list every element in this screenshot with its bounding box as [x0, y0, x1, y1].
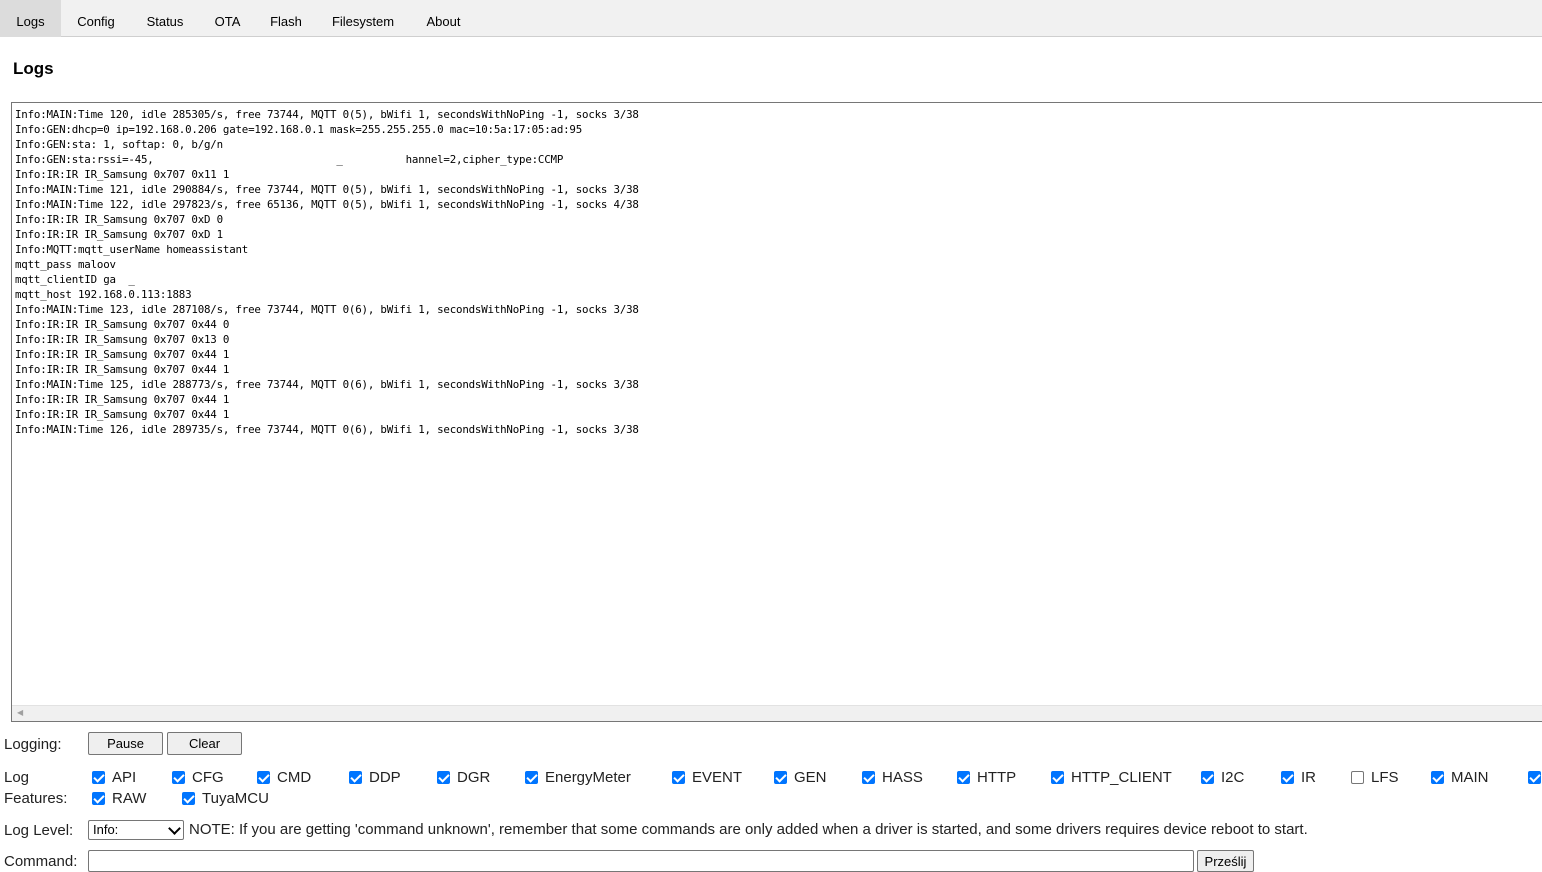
log-level-selected: Info: — [93, 822, 119, 837]
checkbox-icon[interactable] — [1201, 770, 1214, 784]
log-level-select[interactable]: Info: — [88, 820, 184, 840]
checkbox-icon[interactable] — [437, 770, 450, 784]
feature-cut-off[interactable] — [1528, 767, 1542, 787]
checkbox-icon[interactable] — [92, 770, 105, 784]
feature-label: IR — [1301, 768, 1316, 786]
feature-label: TuyaMCU — [202, 789, 269, 807]
feature-gen[interactable]: GEN — [774, 767, 827, 787]
logging-label: Logging: — [4, 736, 62, 753]
checkbox-icon[interactable] — [672, 770, 685, 784]
feature-cfg[interactable]: CFG — [172, 767, 224, 787]
feature-label: CFG — [192, 768, 224, 786]
log-output[interactable]: Info:MAIN:Time 120, idle 285305/s, free … — [11, 102, 1542, 722]
feature-label: DGR — [457, 768, 491, 786]
feature-label: EnergyMeter — [545, 768, 631, 786]
checkbox-icon[interactable] — [1528, 770, 1541, 784]
feature-label: MAIN — [1451, 768, 1489, 786]
feature-label: HTTP_CLIENT — [1071, 768, 1172, 786]
tab-flash[interactable]: Flash — [256, 0, 316, 37]
feature-i2c[interactable]: I2C — [1201, 767, 1244, 787]
feature-energymeter[interactable]: EnergyMeter — [525, 767, 631, 787]
command-input[interactable] — [88, 850, 1194, 872]
feature-label: LFS — [1371, 768, 1399, 786]
feature-hass[interactable]: HASS — [862, 767, 923, 787]
submit-button[interactable]: Prześlij — [1197, 850, 1254, 872]
tab-status[interactable]: Status — [131, 0, 199, 37]
checkbox-icon[interactable] — [1051, 770, 1064, 784]
feature-http[interactable]: HTTP — [957, 767, 1016, 787]
log-text: Info:MAIN:Time 120, idle 285305/s, free … — [15, 108, 639, 436]
feature-label: I2C — [1221, 768, 1245, 786]
tab-logs[interactable]: Logs — [0, 0, 61, 37]
feature-event[interactable]: EVENT — [672, 767, 742, 787]
feature-label: RAW — [112, 789, 147, 807]
feature-raw[interactable]: RAW — [92, 788, 146, 808]
checkbox-icon[interactable] — [1351, 770, 1364, 784]
page-title: Logs — [13, 59, 54, 78]
feature-api[interactable]: API — [92, 767, 136, 787]
feature-label: API — [112, 768, 137, 786]
tab-filesystem[interactable]: Filesystem — [316, 0, 410, 37]
log-level-note: NOTE: If you are getting 'command unknow… — [189, 821, 1308, 838]
checkbox-icon[interactable] — [1431, 770, 1444, 784]
pause-button[interactable]: Pause — [88, 732, 163, 755]
feature-http-client[interactable]: HTTP_CLIENT — [1051, 767, 1172, 787]
tab-config[interactable]: Config — [61, 0, 131, 37]
feature-label: GEN — [794, 768, 827, 786]
checkbox-icon[interactable] — [774, 770, 787, 784]
horizontal-scrollbar[interactable]: ◀ — [12, 705, 1542, 721]
checkbox-icon[interactable] — [349, 770, 362, 784]
feature-tuyamcu[interactable]: TuyaMCU — [182, 788, 269, 808]
clear-button[interactable]: Clear — [167, 732, 242, 755]
feature-label: HASS — [882, 768, 923, 786]
command-label: Command: — [4, 853, 78, 870]
tab-ota[interactable]: OTA — [199, 0, 256, 37]
log-level-label: Log Level: — [4, 822, 74, 839]
chevron-down-icon — [168, 822, 181, 835]
feature-label: EVENT — [692, 768, 743, 786]
feature-label: HTTP — [977, 768, 1017, 786]
scroll-left-icon[interactable]: ◀ — [17, 708, 23, 717]
feature-label: CMD — [277, 768, 312, 786]
feature-main[interactable]: MAIN — [1431, 767, 1489, 787]
checkbox-icon[interactable] — [862, 770, 875, 784]
checkbox-icon[interactable] — [525, 770, 538, 784]
feature-ir[interactable]: IR — [1281, 767, 1316, 787]
feature-cmd[interactable]: CMD — [257, 767, 311, 787]
checkbox-icon[interactable] — [92, 791, 105, 805]
feature-dgr[interactable]: DGR — [437, 767, 490, 787]
tab-about[interactable]: About — [410, 0, 477, 37]
checkbox-icon[interactable] — [1281, 770, 1294, 784]
checkbox-icon[interactable] — [172, 770, 185, 784]
checkbox-icon[interactable] — [182, 791, 195, 805]
feature-lfs[interactable]: LFS — [1351, 767, 1399, 787]
log-features-label-line2: Features: — [4, 790, 68, 807]
checkbox-icon[interactable] — [257, 770, 270, 784]
log-features-label-line1: Log — [4, 769, 30, 786]
feature-ddp[interactable]: DDP — [349, 767, 401, 787]
tab-bar: Logs Config Status OTA Flash Filesystem … — [0, 0, 1542, 37]
feature-label: DDP — [369, 768, 401, 786]
checkbox-icon[interactable] — [957, 770, 970, 784]
